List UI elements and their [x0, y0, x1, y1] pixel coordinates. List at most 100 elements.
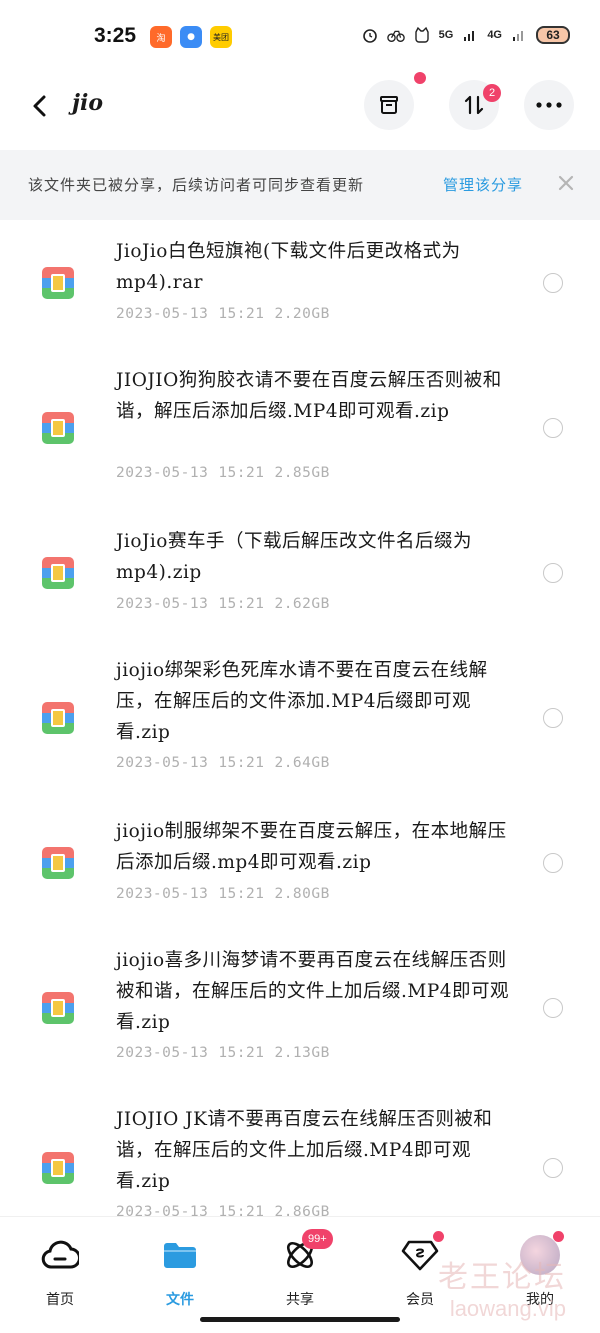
file-row[interactable]: jiojio绑架彩色死库水请不要在百度云在线解压，在解压后的文件添加.MP4后缀…	[0, 655, 600, 800]
app-header: jio 2	[0, 72, 600, 150]
file-time: 15:21	[218, 1204, 265, 1216]
file-meta: 2023-05-13 15:21 2.20GB	[116, 306, 340, 322]
battery-indicator: 63	[536, 26, 570, 44]
mine-notification-dot	[553, 1231, 564, 1242]
share-banner: 该文件夹已被分享，后续访问者可同步查看更新 管理该分享	[0, 150, 600, 220]
file-size: 2.80GB	[274, 886, 330, 902]
archive-file-icon	[42, 847, 74, 879]
file-row[interactable]: JioJio白色短旗袍(下载文件后更改格式为mp4).rar 2023-05-1…	[0, 220, 600, 365]
more-icon	[536, 102, 562, 108]
archive-file-icon	[42, 1152, 74, 1184]
file-name: JIOJIO狗狗胶衣请不要在百度云解压否则被和谐，解压后添加后缀.MP4即可观看…	[116, 370, 502, 422]
close-icon	[558, 175, 574, 191]
file-time: 15:21	[218, 306, 265, 322]
nav-vip-label: 会员	[406, 1292, 434, 1308]
cloud-home-icon	[40, 1235, 80, 1275]
meituan-app-icon: 美团	[210, 26, 232, 48]
file-select-radio[interactable]	[543, 708, 563, 728]
home-indicator[interactable]	[200, 1317, 400, 1322]
file-list: JioJio白色短旗袍(下载文件后更改格式为mp4).rar 2023-05-1…	[0, 220, 600, 1216]
file-time: 15:21	[218, 1045, 265, 1061]
file-row[interactable]: jiojio制服绑架不要在百度云解压，在本地解压后添加后缀.mp4即可观看.zi…	[0, 800, 600, 945]
vip-notification-dot	[433, 1231, 444, 1242]
file-name: jiojio制服绑架不要在百度云解压，在本地解压后添加后缀.mp4即可观看.zi…	[116, 821, 507, 873]
file-time: 15:21	[218, 755, 265, 771]
file-select-radio[interactable]	[543, 998, 563, 1018]
nav-home-label: 首页	[46, 1292, 74, 1308]
archive-file-icon	[42, 992, 74, 1024]
manage-share-link[interactable]: 管理该分享	[443, 174, 523, 195]
nav-files[interactable]: 文件	[135, 1235, 225, 1315]
file-row[interactable]: jiojio喜多川海梦请不要再百度云在线解压否则被和谐，在解压后的文件上加后缀.…	[0, 945, 600, 1090]
file-size: 2.62GB	[274, 596, 330, 612]
status-bar: 3:25 淘 ● 美团 5G 4G 63	[0, 0, 600, 76]
file-date: 2023-05-13	[116, 1204, 209, 1216]
vip-diamond-icon	[400, 1231, 444, 1275]
signal-5g-label: 5G	[438, 29, 454, 41]
file-meta: 2023-05-13 15:21 2.86GB	[116, 1204, 340, 1216]
back-button[interactable]	[24, 90, 56, 122]
cat-icon	[413, 26, 431, 44]
file-meta: 2023-05-13 15:21 2.64GB	[116, 755, 340, 771]
watermark-text: 老王论坛	[438, 1260, 566, 1295]
signal-bars-icon	[510, 26, 528, 44]
file-time: 15:21	[218, 465, 265, 481]
file-time: 15:21	[218, 886, 265, 902]
share-banner-text: 该文件夹已被分享，后续访问者可同步查看更新	[28, 176, 365, 194]
file-size: 2.85GB	[274, 465, 330, 481]
archive-file-icon	[42, 702, 74, 734]
file-date: 2023-05-13	[116, 465, 209, 481]
banner-close-button[interactable]	[555, 172, 577, 194]
file-select-radio[interactable]	[543, 418, 563, 438]
file-select-radio[interactable]	[543, 563, 563, 583]
archive-icon	[380, 96, 398, 114]
nav-files-label: 文件	[166, 1292, 194, 1308]
archive-file-icon	[42, 412, 74, 444]
file-date: 2023-05-13	[116, 306, 209, 322]
watermark-url: laowang.vip	[449, 1296, 566, 1321]
file-name: jiojio喜多川海梦请不要再百度云在线解压否则被和谐，在解压后的文件上加后缀.…	[116, 950, 510, 1033]
transfer-button[interactable]: 2	[449, 80, 501, 130]
nav-share[interactable]: 99+ 共享	[255, 1229, 345, 1315]
file-row[interactable]: JIOJIO JK请不要再百度云在线解压否则被和谐，在解压后的文件上加后缀.MP…	[0, 1090, 600, 1216]
cloud-app-icon: ●	[180, 26, 202, 48]
signal-bars-icon	[461, 26, 479, 44]
taobao-app-icon: 淘	[150, 26, 172, 48]
transfer-icon	[464, 95, 484, 115]
more-button[interactable]	[524, 80, 574, 130]
file-date: 2023-05-13	[116, 886, 209, 902]
file-name: jiojio绑架彩色死库水请不要在百度云在线解压，在解压后的文件添加.MP4后缀…	[116, 660, 488, 743]
file-date: 2023-05-13	[116, 755, 209, 771]
file-select-radio[interactable]	[543, 1158, 563, 1178]
archive-file-icon	[42, 557, 74, 589]
share-badge: 99+	[302, 1229, 333, 1249]
file-name: JioJio赛车手（下载后解压改文件名后缀为mp4).zip	[116, 531, 472, 583]
status-time: 3:25	[94, 24, 137, 47]
signal-4g-label: 4G	[487, 29, 502, 41]
file-name: JIOJIO JK请不要再百度云在线解压否则被和谐，在解压后的文件上加后缀.MP…	[116, 1109, 493, 1192]
file-date: 2023-05-13	[116, 1045, 209, 1061]
archive-notification-dot	[414, 72, 426, 84]
page-title: jio	[72, 90, 103, 116]
archive-file-icon	[42, 267, 74, 299]
back-arrow-icon	[33, 95, 46, 117]
archive-button[interactable]	[364, 72, 426, 130]
file-row[interactable]: JioJio赛车手（下载后解压改文件名后缀为mp4).zip 2023-05-1…	[0, 510, 600, 655]
nav-home[interactable]: 首页	[15, 1235, 105, 1315]
transfer-badge: 2	[483, 84, 501, 102]
file-row[interactable]: JIOJIO狗狗胶衣请不要在百度云解压否则被和谐，解压后添加后缀.MP4即可观看…	[0, 365, 600, 510]
file-size: 2.13GB	[274, 1045, 330, 1061]
file-meta: 2023-05-13 15:21 2.13GB	[116, 1045, 340, 1061]
file-select-radio[interactable]	[543, 853, 563, 873]
file-name: JioJio白色短旗袍(下载文件后更改格式为mp4).rar	[116, 241, 461, 293]
bike-icon	[386, 26, 405, 44]
nav-share-label: 共享	[286, 1292, 314, 1308]
file-date: 2023-05-13	[116, 596, 209, 612]
file-meta: 2023-05-13 15:21 2.62GB	[116, 596, 340, 612]
folder-icon	[160, 1235, 200, 1275]
watermark: 老王论坛 laowang.vip	[438, 1252, 566, 1322]
status-indicators: 5G 4G 63	[361, 26, 570, 44]
file-select-radio[interactable]	[543, 273, 563, 293]
file-meta: 2023-05-13 15:21 2.80GB	[116, 886, 340, 902]
file-size: 2.64GB	[274, 755, 330, 771]
